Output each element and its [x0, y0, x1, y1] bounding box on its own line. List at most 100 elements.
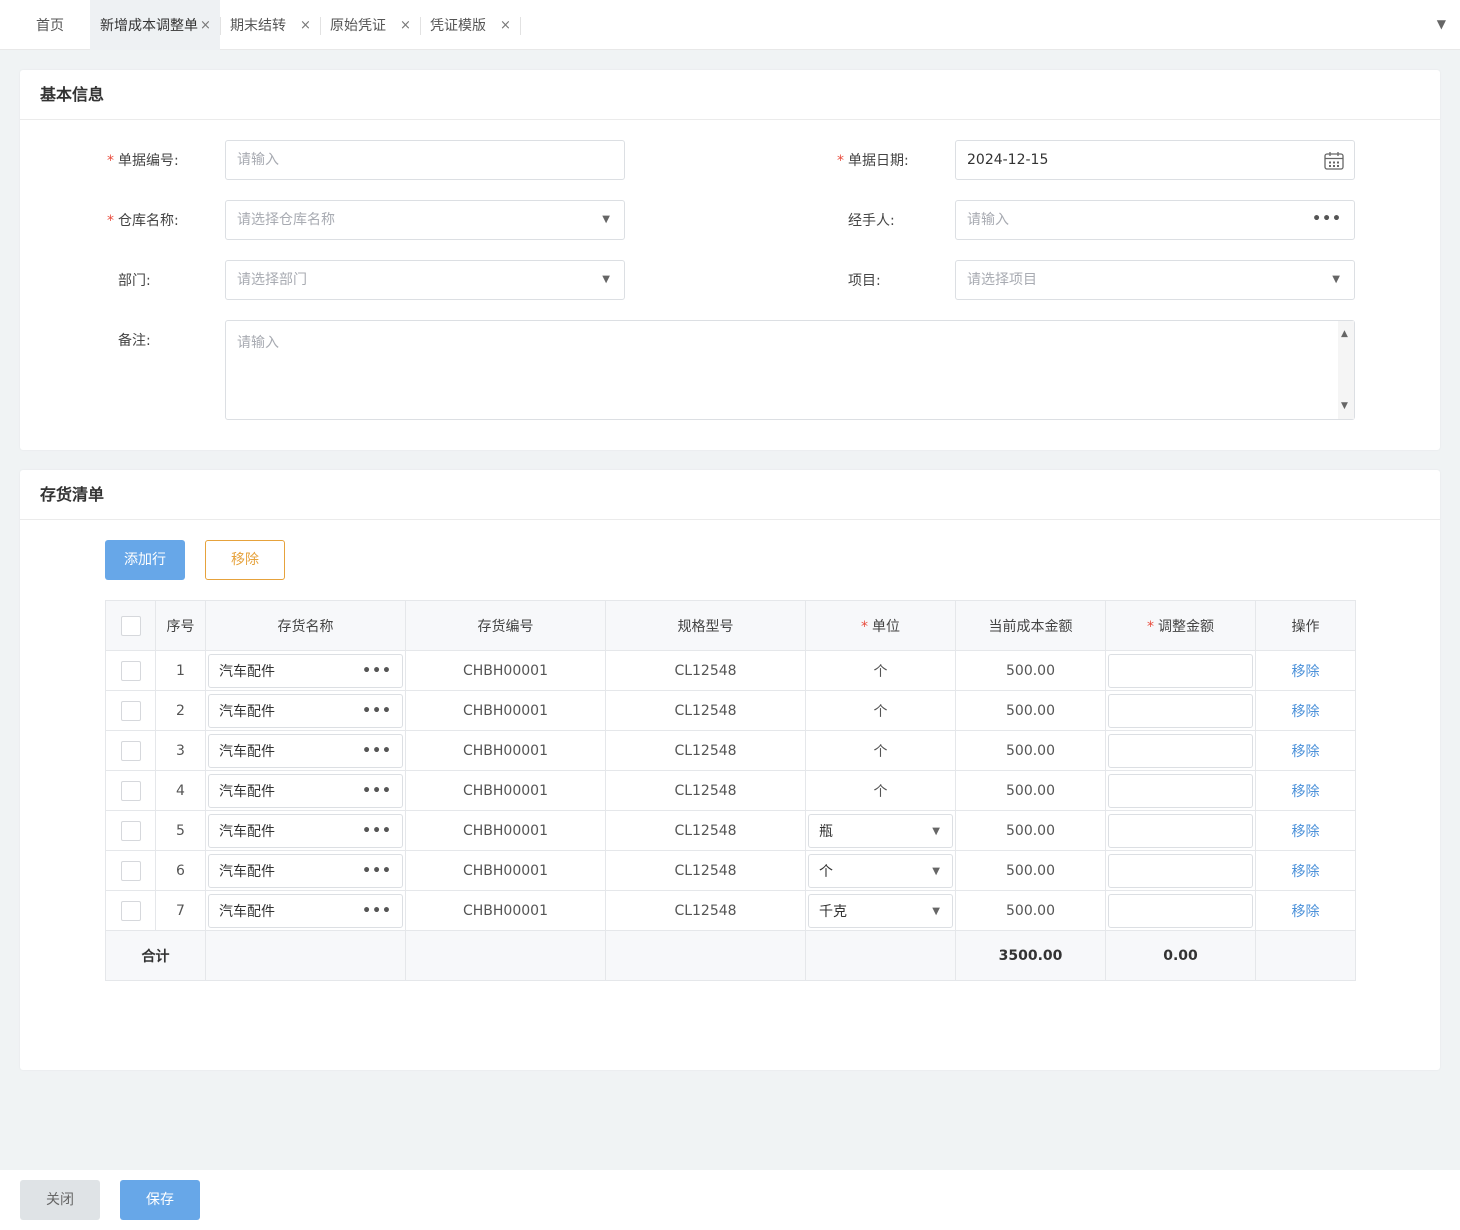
- item-name-picker[interactable]: 汽车配件 •••: [208, 773, 403, 808]
- row-action-cell: 移除: [1255, 770, 1356, 811]
- tab-period-end-carryover[interactable]: 期末结转 ×: [220, 0, 320, 50]
- more-icon[interactable]: •••: [362, 734, 392, 768]
- row-unit-cell: 个: [805, 730, 956, 771]
- project-select[interactable]: 请选择项目 ▼: [955, 260, 1355, 300]
- total-empty-cell: [405, 930, 606, 981]
- row-unit-cell: 千克 ▼: [805, 890, 956, 931]
- department-select[interactable]: 请选择部门 ▼: [225, 260, 625, 300]
- item-name-picker[interactable]: 汽车配件 •••: [208, 893, 403, 928]
- unit-select[interactable]: 个 ▼: [808, 853, 953, 888]
- item-name-picker[interactable]: 汽车配件 •••: [208, 853, 403, 888]
- adjust-amount-input[interactable]: [1108, 773, 1253, 808]
- doc-date-picker[interactable]: 2024-12-15: [955, 140, 1355, 180]
- handler-input[interactable]: 请输入 •••: [955, 200, 1355, 240]
- row-name-cell: 汽车配件 •••: [205, 770, 406, 811]
- tab-menu-dropdown-icon[interactable]: ▼: [1437, 17, 1446, 31]
- row-index: 4: [155, 770, 206, 811]
- row-checkbox[interactable]: [120, 820, 141, 841]
- row-checkbox[interactable]: [120, 700, 141, 721]
- row-name-cell: 汽车配件 •••: [205, 810, 406, 851]
- tab-new-cost-adjustment[interactable]: 新增成本调整单 ×: [90, 0, 220, 50]
- col-current-cost: 当前成本金额: [955, 600, 1106, 651]
- more-icon[interactable]: •••: [1312, 200, 1342, 238]
- item-name-picker[interactable]: 汽车配件 •••: [208, 693, 403, 728]
- row-adjust-cell: [1105, 850, 1256, 891]
- row-index: 3: [155, 730, 206, 771]
- tab-original-voucher[interactable]: 原始凭证 ×: [320, 0, 420, 50]
- table-row: 3 汽车配件 ••• CHBH00001 CL12548 个 500.00 移除: [105, 730, 1356, 771]
- inventory-table: 序号 存货名称 存货编号 规格型号 * 单位 当前成本金额 * 调整金额 操作 1汽…: [105, 600, 1356, 981]
- row-spec: CL12548: [605, 850, 806, 891]
- close-icon[interactable]: ×: [300, 0, 311, 52]
- tab-home[interactable]: 首页: [26, 0, 86, 50]
- save-button[interactable]: 保存: [120, 1180, 200, 1220]
- required-mark: *: [1147, 618, 1154, 635]
- department-label: 部门:: [118, 273, 151, 289]
- tab-voucher-template[interactable]: 凭证模版 ×: [420, 0, 520, 50]
- scroll-up-icon[interactable]: ▲: [1341, 324, 1348, 344]
- col-index: 序号: [155, 600, 206, 651]
- col-spec: 规格型号: [605, 600, 806, 651]
- inventory-title: 存货清单: [20, 470, 1440, 520]
- remark-label: 备注:: [118, 333, 151, 349]
- basic-info-title: 基本信息: [20, 70, 1440, 120]
- caret-down-icon: ▼: [932, 825, 940, 837]
- adjust-amount-input[interactable]: [1108, 733, 1253, 768]
- project-label: 项目:: [848, 273, 881, 289]
- close-icon[interactable]: ×: [200, 0, 211, 52]
- row-remove-link[interactable]: 移除: [1292, 904, 1320, 920]
- row-checkbox[interactable]: [120, 860, 141, 881]
- row-checkbox[interactable]: [120, 780, 141, 801]
- adjust-amount-input[interactable]: [1108, 813, 1253, 848]
- more-icon[interactable]: •••: [362, 854, 392, 888]
- table-row: 2 汽车配件 ••• CHBH00001 CL12548 个 500.00 移除: [105, 690, 1356, 731]
- doc-no-input[interactable]: 请输入: [225, 140, 625, 180]
- adjust-amount-input[interactable]: [1108, 653, 1253, 688]
- item-name-picker[interactable]: 汽车配件 •••: [208, 733, 403, 768]
- close-icon[interactable]: ×: [500, 0, 511, 52]
- row-checkbox[interactable]: [120, 740, 141, 761]
- adjust-amount-input[interactable]: [1108, 893, 1253, 928]
- unit-select[interactable]: 千克 ▼: [808, 893, 953, 928]
- row-remove-link[interactable]: 移除: [1292, 664, 1320, 680]
- row-name-cell: 汽车配件 •••: [205, 650, 406, 691]
- unit-select[interactable]: 瓶 ▼: [808, 813, 953, 848]
- scroll-down-icon[interactable]: ▼: [1341, 396, 1348, 416]
- adjust-amount-input[interactable]: [1108, 853, 1253, 888]
- more-icon[interactable]: •••: [362, 894, 392, 928]
- textarea-scrollbar[interactable]: ▲ ▼: [1338, 321, 1354, 419]
- more-icon[interactable]: •••: [362, 694, 392, 728]
- select-all-checkbox[interactable]: [120, 615, 141, 636]
- calendar-icon[interactable]: [1324, 151, 1344, 170]
- remove-button[interactable]: 移除: [205, 540, 285, 580]
- required-mark: *: [837, 153, 844, 169]
- close-icon[interactable]: ×: [400, 0, 411, 52]
- more-icon[interactable]: •••: [362, 654, 392, 688]
- more-icon[interactable]: •••: [362, 814, 392, 848]
- row-index: 2: [155, 690, 206, 731]
- row-remove-link[interactable]: 移除: [1292, 744, 1320, 760]
- item-name-picker[interactable]: 汽车配件 •••: [208, 813, 403, 848]
- adjust-amount-input[interactable]: [1108, 693, 1253, 728]
- row-index: 1: [155, 650, 206, 691]
- row-remove-link[interactable]: 移除: [1292, 824, 1320, 840]
- remark-textarea[interactable]: 请输入 ▲ ▼: [225, 320, 1355, 420]
- required-mark: *: [861, 618, 868, 635]
- row-adjust-cell: [1105, 890, 1256, 931]
- add-row-button[interactable]: 添加行: [105, 540, 185, 580]
- row-checkbox[interactable]: [120, 900, 141, 921]
- unit-text: 个: [873, 663, 888, 680]
- row-select-cell: [105, 850, 156, 891]
- close-button[interactable]: 关闭: [20, 1180, 100, 1220]
- row-remove-link[interactable]: 移除: [1292, 784, 1320, 800]
- table-row: 5 汽车配件 ••• CHBH00001 CL12548 瓶 ▼ 500.00 移除: [105, 810, 1356, 851]
- total-empty-cell: [205, 930, 406, 981]
- row-code: CHBH00001: [405, 650, 606, 691]
- warehouse-select[interactable]: 请选择仓库名称 ▼: [225, 200, 625, 240]
- more-icon[interactable]: •••: [362, 774, 392, 808]
- row-index: 7: [155, 890, 206, 931]
- row-remove-link[interactable]: 移除: [1292, 704, 1320, 720]
- item-name-picker[interactable]: 汽车配件 •••: [208, 653, 403, 688]
- row-remove-link[interactable]: 移除: [1292, 864, 1320, 880]
- row-checkbox[interactable]: [120, 660, 141, 681]
